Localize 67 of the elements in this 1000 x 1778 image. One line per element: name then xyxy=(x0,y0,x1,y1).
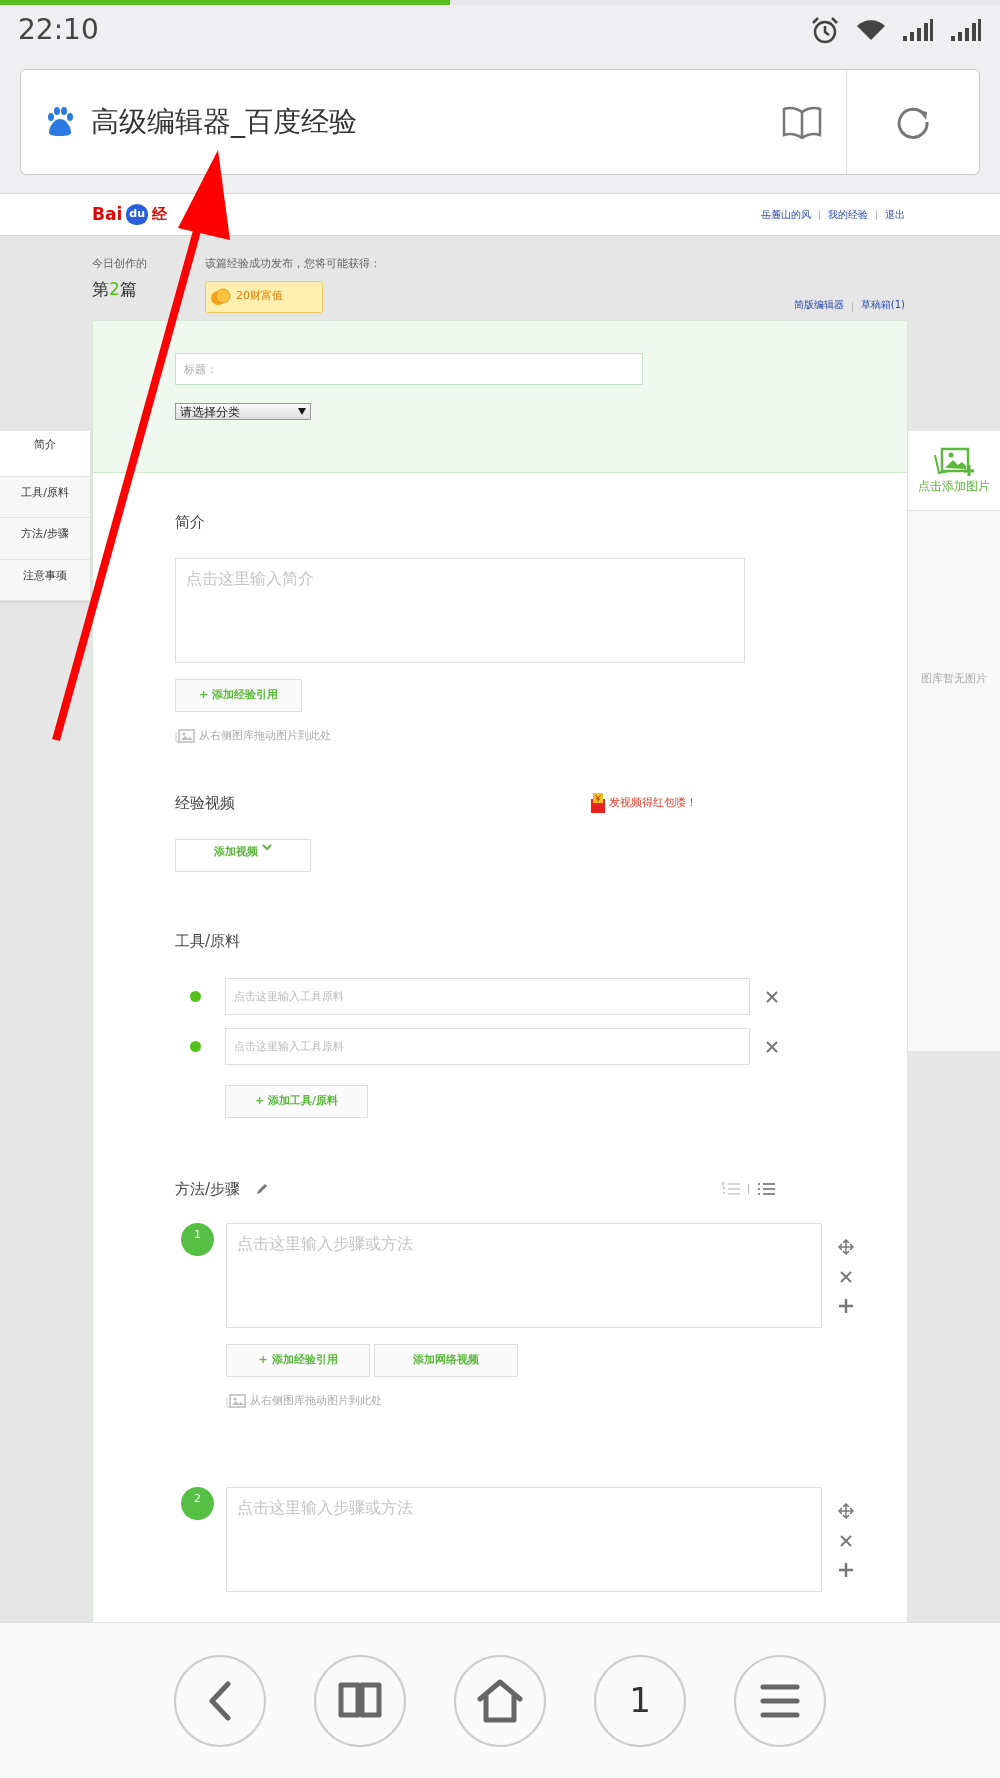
video-promo-text: 发视频得红包喽！ xyxy=(609,795,697,811)
site-logo[interactable]: Bai du 经 xyxy=(92,201,167,228)
sidebar-item[interactable]: 方法/步骤 xyxy=(0,518,90,560)
sidebar-item[interactable]: 注意事项 xyxy=(0,559,90,601)
chevron-left-icon xyxy=(208,1680,232,1721)
numbered-list-icon xyxy=(722,1181,740,1198)
title-field[interactable]: 标题： xyxy=(175,353,643,385)
plus-icon xyxy=(839,1298,853,1313)
image-icon xyxy=(175,727,195,744)
paw-icon xyxy=(45,107,75,137)
header-link[interactable]: 我的经验 xyxy=(828,207,868,222)
drag-hint: 从右侧图库拖动图片到此处 xyxy=(199,727,331,744)
step-field[interactable]: 点击这里输入步骤或方法 xyxy=(226,1222,822,1328)
step-field[interactable]: 点击这里输入步骤或方法 xyxy=(226,1487,822,1592)
article-count: 第2篇 xyxy=(92,277,138,301)
section-heading: 简介 xyxy=(175,512,206,533)
section-heading: 方法/步骤 xyxy=(175,1179,241,1200)
close-icon xyxy=(766,990,778,1003)
drag-hint: 从右侧图库拖动图片到此处 xyxy=(250,1392,382,1409)
wifi-icon xyxy=(856,18,886,42)
editor-link[interactable]: 草稿箱(1) xyxy=(860,297,905,312)
envelope-icon xyxy=(591,793,605,814)
home-icon xyxy=(477,1678,523,1723)
image-add-icon xyxy=(933,446,975,477)
plus-icon xyxy=(839,1563,853,1577)
pencil-icon xyxy=(256,1183,269,1196)
address-bar[interactable]: 高级编辑器_百度经验 xyxy=(20,69,980,175)
sidebar-item[interactable]: 工具/原料 xyxy=(0,476,90,518)
book-icon xyxy=(338,1680,382,1721)
close-icon xyxy=(766,1040,778,1053)
step-number: 1 xyxy=(181,1222,214,1256)
editor-link[interactable]: 简版编辑器 xyxy=(793,297,844,312)
book-icon xyxy=(782,105,822,139)
move-icon xyxy=(838,1238,854,1255)
bullet-list-icon xyxy=(757,1181,775,1198)
back-button[interactable] xyxy=(174,1654,266,1747)
clock-time: 22:10 xyxy=(18,12,99,48)
empty-gallery-text: 图库暂无图片 xyxy=(921,671,987,687)
section-heading: 工具/原料 xyxy=(175,930,242,952)
header-link[interactable]: 岳麓山的风 xyxy=(761,207,811,222)
menu-button[interactable] xyxy=(734,1654,826,1747)
home-button[interactable] xyxy=(454,1654,546,1747)
step-number: 2 xyxy=(181,1487,214,1520)
signal-icon xyxy=(950,18,982,42)
section-heading: 经验视频 xyxy=(175,793,235,814)
sidebar-item[interactable]: 简介 xyxy=(0,431,90,477)
bullet-dot xyxy=(190,991,201,1002)
image-icon xyxy=(226,1392,246,1409)
intro-field[interactable]: 点击这里输入简介 xyxy=(175,557,745,663)
menu-icon xyxy=(760,1682,800,1719)
today-label: 今日创作的 xyxy=(92,256,148,272)
category-select[interactable]: 请选择分类 xyxy=(175,403,311,420)
signal-icon xyxy=(902,18,934,42)
coin-icon xyxy=(210,286,232,307)
dropdown-caret-icon xyxy=(298,408,306,415)
tabs-button[interactable]: 1 xyxy=(594,1654,686,1747)
move-icon xyxy=(838,1503,854,1519)
close-icon xyxy=(840,1270,852,1283)
page-title: 高级编辑器_百度经验 xyxy=(91,104,357,140)
bookmarks-button[interactable] xyxy=(314,1654,406,1747)
reward-note: 该篇经验成功发布，您将可能获得： xyxy=(205,256,381,272)
alarm-icon xyxy=(810,15,840,45)
chevron-icon xyxy=(262,843,272,852)
close-icon xyxy=(840,1535,852,1547)
bullet-dot xyxy=(190,1041,201,1052)
reward-badge: 20财富值 xyxy=(205,280,323,313)
header-link[interactable]: 退出 xyxy=(885,207,905,222)
